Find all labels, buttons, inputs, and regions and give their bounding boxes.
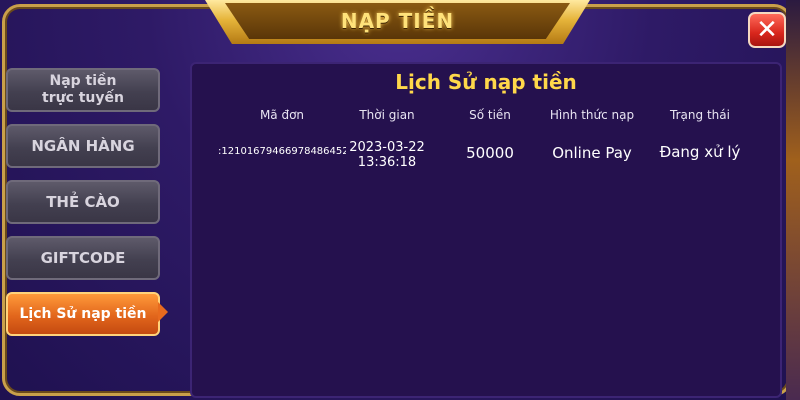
menu-topup-history[interactable]: Lịch Sử nạp tiền xyxy=(6,292,160,336)
history-title: Lịch Sử nạp tiền xyxy=(395,70,577,94)
column-header-status: Trạng thái xyxy=(670,108,730,122)
dialog-title: NẠP TIỀN xyxy=(340,9,455,33)
time-value: 13:36:18 xyxy=(357,155,417,170)
menu-bank-label: NGÂN HÀNG xyxy=(31,136,135,155)
status-value: Đang xử lý xyxy=(659,143,741,161)
menu-bank[interactable]: NGÂN HÀNG xyxy=(6,124,160,168)
column-header-order-id: Mã đơn xyxy=(259,108,305,122)
column-header-amount: Số tiền xyxy=(469,108,511,122)
date-value: 2023-03-22 xyxy=(349,140,425,155)
order-id-value: :121016794669784864527 xyxy=(218,146,346,157)
column-header-time: Thời gian xyxy=(359,108,415,122)
close-button[interactable]: ✕ xyxy=(748,12,786,48)
history-panel: Lịch Sử nạp tiền Mã đơn Thời gian Số tiề… xyxy=(190,62,782,398)
background-edge xyxy=(786,0,800,400)
menu-giftcode[interactable]: GIFTCODE xyxy=(6,236,160,280)
menu-scratch-card-label: THẺ CÀO xyxy=(46,192,120,211)
column-header-method: Hình thức nạp xyxy=(549,108,635,122)
close-icon: ✕ xyxy=(756,15,778,45)
menu-scratch-card[interactable]: THẺ CÀO xyxy=(6,180,160,224)
menu-giftcode-label: GIFTCODE xyxy=(40,248,126,267)
amount-value: 50000 xyxy=(466,144,514,162)
method-value: Online Pay xyxy=(552,144,632,162)
menu-online-topup[interactable]: Nạp tiền trực tuyến xyxy=(6,68,160,112)
menu-online-topup-label: Nạp tiền trực tuyến xyxy=(42,73,124,106)
title-plate: NẠP TIỀN xyxy=(225,3,570,39)
active-indicator-arrow xyxy=(158,302,168,322)
menu-topup-history-label: Lịch Sử nạp tiền xyxy=(19,305,147,322)
